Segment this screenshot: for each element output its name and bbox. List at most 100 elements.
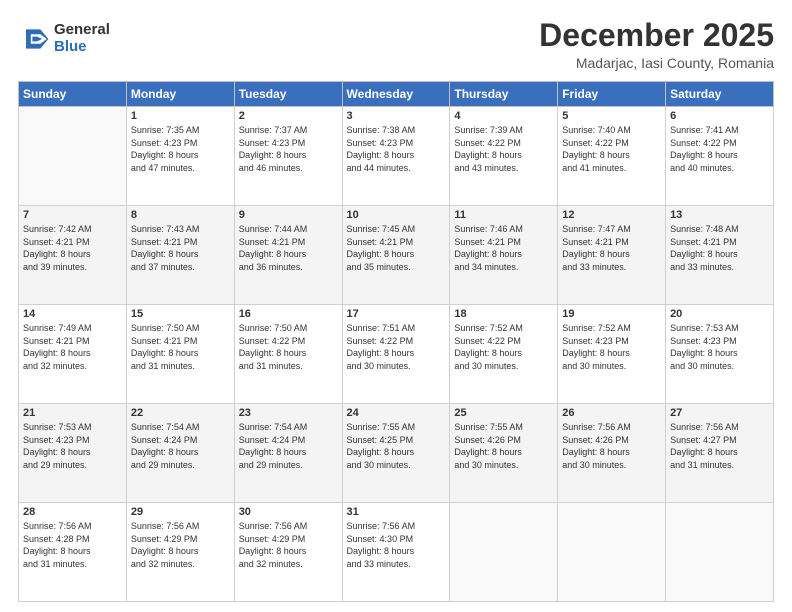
day-number: 31 [347,506,446,518]
calendar-cell: 25Sunrise: 7:55 AMSunset: 4:26 PMDayligh… [450,404,558,503]
calendar-day-header: Sunday [19,82,127,107]
day-number: 2 [239,110,338,122]
calendar-day-header: Tuesday [234,82,342,107]
calendar-cell: 11 Sunrise: 7:46 AMSunset: 4:21 PMDayligh… [450,206,558,305]
day-info: Sunrise: 7:39 AMSunset: 4:22 PMDaylight:… [454,124,553,174]
header: General Blue December 2025 Madarjac, Ias… [18,18,774,71]
calendar-cell: 2 Sunrise: 7:37 AMSunset: 4:23 PMDaylight… [234,107,342,206]
day-number: 26 [562,407,661,419]
calendar-cell: 30 Sunrise: 7:56 AMSunset: 4:29 PMDayligh… [234,503,342,602]
calendar-cell: 8Sunrise: 7:43 AMSunset: 4:21 PMDaylight… [126,206,234,305]
calendar-cell: 28Sunrise: 7:56 AMSunset: 4:28 PMDayligh… [19,503,127,602]
day-number: 24 [347,407,446,419]
calendar-cell: 27Sunrise: 7:56 AMSunset: 4:27 PMDayligh… [666,404,774,503]
calendar-cell: 9 Sunrise: 7:44 AMSunset: 4:21 PMDaylight… [234,206,342,305]
calendar-week-row: 1 Sunrise: 7:35 AMSunset: 4:23 PMDaylight… [19,107,774,206]
day-number: 12 [562,209,661,221]
main-title: December 2025 [539,18,774,53]
calendar-cell: 1 Sunrise: 7:35 AMSunset: 4:23 PMDaylight… [126,107,234,206]
day-number: 14 [23,308,122,320]
day-info: Sunrise: 7:56 AMSunset: 4:26 PMDaylight:… [562,421,661,471]
calendar-day-header: Saturday [666,82,774,107]
calendar-day-header: Monday [126,82,234,107]
calendar-cell: 20 Sunrise: 7:53 AMSunset: 4:23 PMDayligh… [666,305,774,404]
calendar-cell: 22 Sunrise: 7:54 AMSunset: 4:24 PMDayligh… [126,404,234,503]
day-number: 5 [562,110,661,122]
day-info: Sunrise: 7:51 AMSunset: 4:22 PMDaylight:… [347,322,446,372]
calendar-cell: 13 Sunrise: 7:48 AMSunset: 4:21 PMDayligh… [666,206,774,305]
calendar-cell: 16Sunrise: 7:50 AMSunset: 4:22 PMDayligh… [234,305,342,404]
calendar-cell: 24 Sunrise: 7:55 AMSunset: 4:25 PMDayligh… [342,404,450,503]
day-number: 20 [670,308,769,320]
page: General Blue December 2025 Madarjac, Ias… [0,0,792,612]
day-number: 11 [454,209,553,221]
day-info: Sunrise: 7:44 AMSunset: 4:21 PMDaylight:… [239,223,338,273]
calendar-day-header: Thursday [450,82,558,107]
day-info: Sunrise: 7:43 AMSunset: 4:21 PMDaylight:… [131,223,230,273]
logo-blue: Blue [54,39,110,56]
calendar-cell [450,503,558,602]
day-info: Sunrise: 7:52 AMSunset: 4:22 PMDaylight:… [454,322,553,372]
day-info: Sunrise: 7:47 AMSunset: 4:21 PMDaylight:… [562,223,661,273]
calendar-day-header: Friday [558,82,666,107]
calendar-cell: 12 Sunrise: 7:47 AMSunset: 4:21 PMDayligh… [558,206,666,305]
calendar-header-row: SundayMondayTuesdayWednesdayThursdayFrid… [19,82,774,107]
day-number: 22 [131,407,230,419]
day-number: 7 [23,209,122,221]
calendar-cell: 23Sunrise: 7:54 AMSunset: 4:24 PMDayligh… [234,404,342,503]
day-number: 16 [239,308,338,320]
day-number: 19 [562,308,661,320]
calendar-cell: 5Sunrise: 7:40 AMSunset: 4:22 PMDaylight… [558,107,666,206]
logo-general: General [54,22,110,39]
day-number: 28 [23,506,122,518]
day-number: 9 [239,209,338,221]
day-info: Sunrise: 7:50 AMSunset: 4:21 PMDaylight:… [131,322,230,372]
day-number: 3 [347,110,446,122]
day-number: 23 [239,407,338,419]
day-info: Sunrise: 7:52 AMSunset: 4:23 PMDaylight:… [562,322,661,372]
calendar-day-header: Wednesday [342,82,450,107]
generalblue-logo-icon [18,23,50,55]
calendar-cell: 19 Sunrise: 7:52 AMSunset: 4:23 PMDayligh… [558,305,666,404]
day-number: 6 [670,110,769,122]
day-info: Sunrise: 7:42 AMSunset: 4:21 PMDaylight:… [23,223,122,273]
day-info: Sunrise: 7:38 AMSunset: 4:23 PMDaylight:… [347,124,446,174]
day-info: Sunrise: 7:49 AMSunset: 4:21 PMDaylight:… [23,322,122,372]
day-number: 13 [670,209,769,221]
day-info: Sunrise: 7:48 AMSunset: 4:21 PMDaylight:… [670,223,769,273]
calendar-table: SundayMondayTuesdayWednesdayThursdayFrid… [18,81,774,602]
day-info: Sunrise: 7:53 AMSunset: 4:23 PMDaylight:… [23,421,122,471]
calendar-cell: 7 Sunrise: 7:42 AMSunset: 4:21 PMDaylight… [19,206,127,305]
calendar-cell [666,503,774,602]
calendar-cell: 15 Sunrise: 7:50 AMSunset: 4:21 PMDayligh… [126,305,234,404]
day-info: Sunrise: 7:56 AMSunset: 4:30 PMDaylight:… [347,520,446,570]
day-number: 29 [131,506,230,518]
calendar-cell: 14 Sunrise: 7:49 AMSunset: 4:21 PMDayligh… [19,305,127,404]
calendar-cell: 6 Sunrise: 7:41 AMSunset: 4:22 PMDaylight… [666,107,774,206]
day-info: Sunrise: 7:54 AMSunset: 4:24 PMDaylight:… [131,421,230,471]
calendar-cell: 29Sunrise: 7:56 AMSunset: 4:29 PMDayligh… [126,503,234,602]
day-number: 1 [131,110,230,122]
day-number: 17 [347,308,446,320]
logo-text: General Blue [54,22,110,55]
calendar-cell: 4Sunrise: 7:39 AMSunset: 4:22 PMDaylight… [450,107,558,206]
calendar-cell: 26 Sunrise: 7:56 AMSunset: 4:26 PMDayligh… [558,404,666,503]
day-number: 10 [347,209,446,221]
day-info: Sunrise: 7:55 AMSunset: 4:26 PMDaylight:… [454,421,553,471]
calendar-cell: 21Sunrise: 7:53 AMSunset: 4:23 PMDayligh… [19,404,127,503]
day-info: Sunrise: 7:53 AMSunset: 4:23 PMDaylight:… [670,322,769,372]
calendar-cell: 18Sunrise: 7:52 AMSunset: 4:22 PMDayligh… [450,305,558,404]
calendar-cell: 3 Sunrise: 7:38 AMSunset: 4:23 PMDaylight… [342,107,450,206]
day-info: Sunrise: 7:41 AMSunset: 4:22 PMDaylight:… [670,124,769,174]
day-info: Sunrise: 7:35 AMSunset: 4:23 PMDaylight:… [131,124,230,174]
calendar-cell: 10Sunrise: 7:45 AMSunset: 4:21 PMDayligh… [342,206,450,305]
day-info: Sunrise: 7:56 AMSunset: 4:29 PMDaylight:… [239,520,338,570]
day-info: Sunrise: 7:37 AMSunset: 4:23 PMDaylight:… [239,124,338,174]
logo: General Blue [18,22,110,55]
day-info: Sunrise: 7:56 AMSunset: 4:27 PMDaylight:… [670,421,769,471]
day-info: Sunrise: 7:55 AMSunset: 4:25 PMDaylight:… [347,421,446,471]
day-number: 30 [239,506,338,518]
day-number: 15 [131,308,230,320]
day-info: Sunrise: 7:46 AMSunset: 4:21 PMDaylight:… [454,223,553,273]
title-block: December 2025 Madarjac, Iasi County, Rom… [539,18,774,71]
